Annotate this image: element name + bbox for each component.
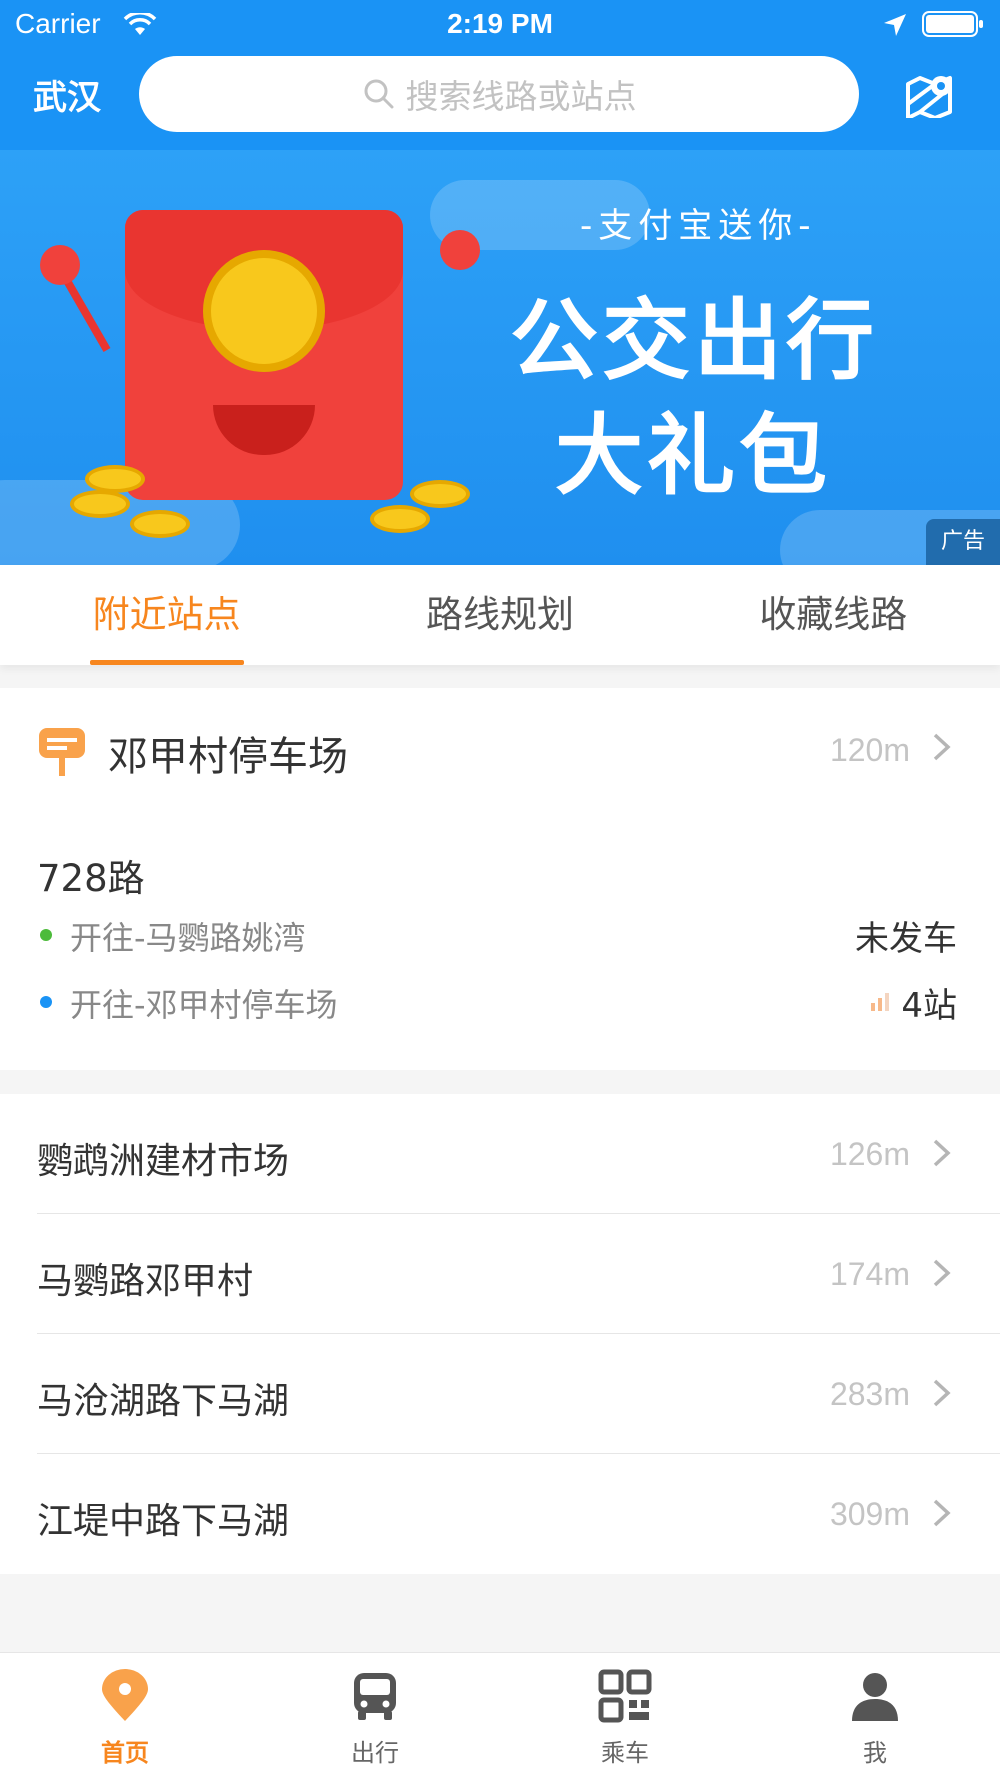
user-icon xyxy=(852,1673,898,1721)
search-input[interactable]: 搜索线路或站点 xyxy=(139,56,859,132)
header: Carrier 2:19 PM 武汉 搜索线路或站点 xyxy=(0,0,1000,150)
distance-label: 283m xyxy=(829,1376,910,1412)
coin-icon xyxy=(410,480,470,508)
tab-route-planning[interactable]: 路线规划 xyxy=(333,565,666,665)
banner-title: 大礼包 xyxy=(555,404,832,507)
stop-list: 鹦鹉洲建材市场 126m 马鹦路邓甲村 174m 马沧湖路下马湖 283m 江堤… xyxy=(0,1094,1000,1574)
tab-label: 路线规划 xyxy=(425,593,574,636)
promo-banner[interactable]: -支付宝送你- 公交出行 大礼包 广告 xyxy=(0,150,1000,565)
arrival-status: 未发车 xyxy=(855,919,957,959)
red-envelope-illustration xyxy=(125,210,403,500)
tab-label: 我 xyxy=(863,1739,887,1767)
route-name: 728路 xyxy=(37,857,145,900)
tab-indicator xyxy=(89,660,244,665)
coin-icon xyxy=(130,510,190,538)
battery-icon xyxy=(922,11,983,37)
arrival-status: 4站 xyxy=(901,986,957,1026)
nearby-stop-card: 邓甲村停车场 120m 728路 开往-马鹦路姚湾 未发车 开往-邓甲村停车场 … xyxy=(0,688,1000,1070)
search-icon xyxy=(364,79,393,109)
list-item[interactable]: 江堤中路下马湖 309m xyxy=(0,1454,1000,1574)
envelope-hand xyxy=(440,230,480,270)
stop-name: 马鹦路邓甲村 xyxy=(37,1261,254,1302)
distance-label: 309m xyxy=(829,1496,910,1532)
bottom-tab-bar: 首页 出行 乘车 我 xyxy=(0,1652,1000,1778)
location-arrow-icon xyxy=(884,14,906,36)
chevron-right-icon xyxy=(933,1499,951,1527)
direction-dot xyxy=(40,929,52,941)
stop-name: 鹦鹉洲建材市场 xyxy=(37,1141,290,1182)
direction-label: 开往-邓甲村停车场 xyxy=(70,986,338,1024)
tab-nearby-stops[interactable]: 附近站点 xyxy=(0,565,333,665)
banner-subtitle: -支付宝送你- xyxy=(580,206,817,246)
tab-me[interactable]: 我 xyxy=(750,1653,1000,1778)
bus-stop-icon xyxy=(39,728,85,776)
qr-code-icon xyxy=(598,1669,652,1723)
distance-label: 174m xyxy=(829,1256,910,1292)
envelope-hand xyxy=(40,245,80,285)
list-item[interactable]: 马沧湖路下马湖 283m xyxy=(0,1334,1000,1454)
nearby-stop-header[interactable]: 邓甲村停车场 120m xyxy=(0,688,1000,808)
chevron-right-icon xyxy=(933,1139,951,1167)
tab-label: 乘车 xyxy=(601,1739,649,1767)
ad-badge: 广告 xyxy=(926,519,1000,565)
tab-home[interactable]: 首页 xyxy=(0,1653,250,1778)
tab-label: 收藏线路 xyxy=(759,593,908,636)
search-placeholder: 搜索线路或站点 xyxy=(405,77,637,116)
list-item[interactable]: 鹦鹉洲建材市场 126m xyxy=(0,1094,1000,1214)
chevron-right-icon xyxy=(933,1379,951,1407)
segment-tabs: 附近站点 路线规划 收藏线路 xyxy=(0,565,1000,665)
coin-icon xyxy=(370,505,430,533)
distance-label: 120m xyxy=(829,732,910,768)
chevron-right-icon xyxy=(933,1259,951,1287)
coin-icon xyxy=(85,465,145,493)
tab-favorite-routes[interactable]: 收藏线路 xyxy=(667,565,1000,665)
stop-name: 邓甲村停车场 xyxy=(108,734,348,780)
coin-icon xyxy=(70,490,130,518)
bus-icon xyxy=(354,1673,396,1720)
home-pin-icon xyxy=(102,1669,148,1721)
tab-label: 首页 xyxy=(101,1739,149,1767)
tab-travel[interactable]: 出行 xyxy=(250,1653,500,1778)
status-bar: Carrier 2:19 PM xyxy=(0,0,1000,50)
banner-title: 公交出行 xyxy=(510,289,879,392)
chevron-right-icon xyxy=(933,733,951,761)
signal-icon xyxy=(871,993,889,1011)
map-icon[interactable] xyxy=(905,72,955,118)
tab-ride[interactable]: 乘车 xyxy=(500,1653,750,1778)
stop-name: 江堤中路下马湖 xyxy=(37,1501,290,1542)
list-item[interactable]: 马鹦路邓甲村 174m xyxy=(0,1214,1000,1334)
clock: 2:19 PM xyxy=(447,8,553,39)
distance-label: 126m xyxy=(829,1136,910,1172)
tab-label: 出行 xyxy=(351,1739,399,1767)
direction-label: 开往-马鹦路姚湾 xyxy=(70,919,306,957)
route-row[interactable]: 728路 开往-马鹦路姚湾 未发车 开往-邓甲村停车场 4站 xyxy=(0,828,1000,1058)
city-selector[interactable]: 武汉 xyxy=(33,70,101,119)
stop-name: 马沧湖路下马湖 xyxy=(37,1381,290,1422)
tab-label: 附近站点 xyxy=(92,593,241,636)
direction-dot xyxy=(40,996,52,1008)
coin-icon xyxy=(203,250,325,372)
